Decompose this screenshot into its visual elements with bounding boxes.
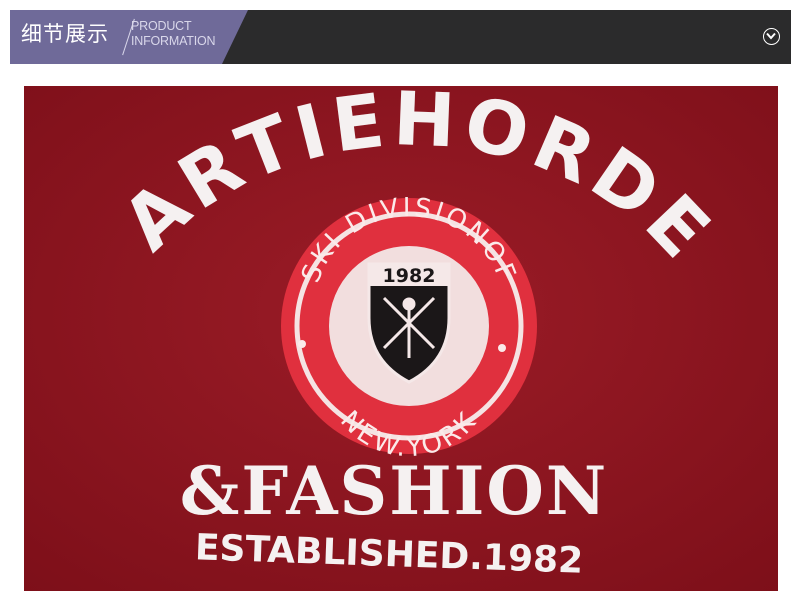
fashion-headline: &FASHION [180,452,609,530]
badge-year: 1982 [383,265,436,287]
product-detail-photo: ARTIEHORDE SKI DIVISIONOF NEW.YORK 1982 [24,86,778,591]
section-title: 细节展示 [21,22,109,46]
chevron-down-icon[interactable] [763,28,780,45]
subtitle-line-2: INFORMATION [131,34,216,48]
section-subtitle: PRODUCT INFORMATION [131,19,216,49]
section-header-banner: 细节展示 PRODUCT INFORMATION [10,10,791,64]
subtitle-line-1: PRODUCT [131,19,192,33]
